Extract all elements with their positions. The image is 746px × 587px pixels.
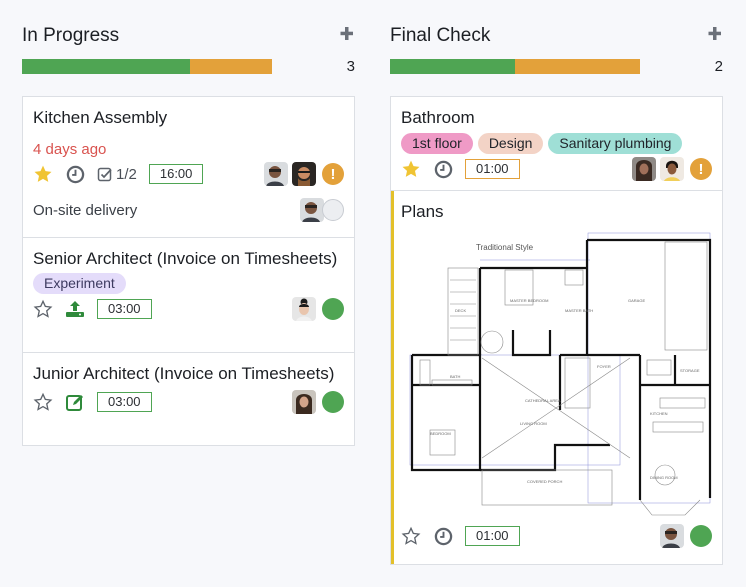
tag-list: Experiment bbox=[23, 269, 354, 294]
card-bathroom[interactable]: Bathroom 1st floor Design Sanitary plumb… bbox=[391, 97, 722, 191]
progress-done-segment[interactable] bbox=[390, 59, 515, 74]
card-kitchen-assembly[interactable]: Kitchen Assembly 4 days ago 1/2 16:00 ! … bbox=[23, 97, 354, 238]
clock-icon[interactable] bbox=[433, 526, 453, 546]
time-estimate[interactable]: 03:00 bbox=[97, 392, 152, 412]
column-progress-row: 2 bbox=[390, 50, 723, 80]
card-footer: 01:00 ! bbox=[391, 155, 722, 183]
star-outline-icon[interactable] bbox=[33, 392, 53, 412]
time-estimate[interactable]: 01:00 bbox=[465, 159, 520, 179]
card-footer: 1/2 16:00 ! bbox=[23, 160, 354, 188]
kanban-column-final-check: Final Check 2 Bathroom 1st floor Design … bbox=[390, 0, 723, 565]
room-label: MASTER BATH bbox=[565, 308, 593, 313]
room-label: KITCHEN bbox=[650, 411, 668, 416]
column-count: 3 bbox=[346, 58, 355, 75]
add-card-button[interactable] bbox=[339, 23, 355, 43]
avatar[interactable] bbox=[660, 157, 684, 181]
warning-status-icon[interactable]: ! bbox=[690, 158, 712, 180]
card-list: Kitchen Assembly 4 days ago 1/2 16:00 ! … bbox=[22, 96, 355, 446]
floor-plan-drawing: Traditional Style DECK MASTER BEDROOM MA… bbox=[400, 230, 712, 518]
tag-list: 1st floor Design Sanitary plumbing bbox=[391, 128, 722, 154]
checkbox-icon bbox=[97, 167, 112, 182]
time-estimate[interactable]: 03:00 bbox=[97, 299, 152, 319]
card-title: Senior Architect (Invoice on Timesheets) bbox=[33, 249, 338, 268]
clock-icon[interactable] bbox=[433, 159, 453, 179]
card-footer: 03:00 bbox=[23, 388, 354, 416]
room-label: BATH bbox=[450, 374, 460, 379]
room-label: LIVING ROOM bbox=[520, 421, 547, 426]
plus-icon bbox=[708, 27, 721, 40]
activity-label: On-site delivery bbox=[33, 201, 138, 219]
progress-done-segment[interactable] bbox=[22, 59, 190, 74]
tag-1st-floor[interactable]: 1st floor bbox=[401, 133, 473, 154]
clock-icon[interactable] bbox=[65, 164, 85, 184]
room-label: STORAGE bbox=[680, 368, 700, 373]
card-junior-architect[interactable]: Junior Architect (Invoice on Timesheets)… bbox=[23, 353, 354, 445]
card-footer: 01:00 bbox=[394, 522, 722, 550]
avatar[interactable] bbox=[292, 297, 316, 321]
activity-row: On-site delivery bbox=[23, 196, 354, 224]
time-estimate[interactable]: 16:00 bbox=[148, 164, 204, 184]
tag-sanitary-plumbing[interactable]: Sanitary plumbing bbox=[548, 133, 683, 154]
edit-icon[interactable] bbox=[65, 392, 85, 412]
plus-icon bbox=[340, 27, 353, 40]
done-status-icon[interactable] bbox=[322, 298, 344, 320]
room-label: GARAGE bbox=[628, 298, 645, 303]
column-progress-bar[interactable] bbox=[390, 59, 640, 74]
card-footer: 03:00 bbox=[23, 295, 354, 323]
column-title: Final Check bbox=[390, 25, 491, 46]
room-label: FOYER bbox=[597, 364, 611, 369]
card-title: Junior Architect (Invoice on Timesheets) bbox=[33, 364, 335, 383]
star-filled-icon[interactable] bbox=[33, 164, 53, 184]
column-header: In Progress bbox=[22, 0, 355, 50]
card-plans[interactable]: Plans Traditional Style DECK MASTER BEDR… bbox=[391, 191, 722, 564]
avatar[interactable] bbox=[264, 162, 288, 186]
avatar[interactable] bbox=[292, 390, 316, 414]
room-label: CATHEDRAL AREA bbox=[525, 398, 561, 403]
card-list: Bathroom 1st floor Design Sanitary plumb… bbox=[390, 96, 723, 565]
floor-plan-caption: Traditional Style bbox=[476, 243, 534, 252]
floor-plan-image[interactable]: Traditional Style DECK MASTER BEDROOM MA… bbox=[400, 230, 712, 518]
star-outline-icon[interactable] bbox=[401, 526, 421, 546]
room-label: DINING ROOM bbox=[650, 475, 678, 480]
star-filled-icon[interactable] bbox=[401, 159, 421, 179]
column-progress-row: 3 bbox=[22, 50, 355, 80]
card-title: Plans bbox=[401, 202, 444, 221]
room-label: DECK bbox=[455, 308, 466, 313]
avatar[interactable] bbox=[660, 524, 684, 548]
progress-pending-segment[interactable] bbox=[189, 59, 272, 74]
card-title: Bathroom bbox=[401, 108, 475, 127]
add-card-button[interactable] bbox=[707, 23, 723, 43]
avatar[interactable] bbox=[300, 198, 324, 222]
time-estimate[interactable]: 01:00 bbox=[465, 526, 520, 546]
checklist-indicator[interactable]: 1/2 bbox=[97, 166, 137, 183]
room-label: COVERED PORCH bbox=[527, 479, 562, 484]
column-header: Final Check bbox=[390, 0, 723, 50]
card-title: Kitchen Assembly bbox=[33, 108, 168, 127]
warning-status-icon[interactable]: ! bbox=[322, 163, 344, 185]
done-status-icon[interactable] bbox=[322, 391, 344, 413]
card-deadline: 4 days ago bbox=[33, 141, 107, 158]
avatar[interactable] bbox=[632, 157, 656, 181]
checklist-count: 1/2 bbox=[116, 165, 137, 183]
card-senior-architect[interactable]: Senior Architect (Invoice on Timesheets)… bbox=[23, 238, 354, 353]
column-count: 2 bbox=[714, 58, 723, 75]
activity-status-icon[interactable] bbox=[322, 199, 344, 221]
room-label: MASTER BEDROOM bbox=[510, 298, 548, 303]
column-progress-bar[interactable] bbox=[22, 59, 272, 74]
progress-pending-segment[interactable] bbox=[515, 59, 640, 74]
kanban-column-in-progress: In Progress 3 Kitchen Assembly 4 days ag… bbox=[22, 0, 355, 446]
column-title: In Progress bbox=[22, 25, 120, 46]
room-label: BEDROOM bbox=[430, 431, 451, 436]
done-status-icon[interactable] bbox=[690, 525, 712, 547]
avatar[interactable] bbox=[292, 162, 316, 186]
tag-experiment[interactable]: Experiment bbox=[33, 273, 126, 294]
star-outline-icon[interactable] bbox=[33, 299, 53, 319]
upload-icon[interactable] bbox=[65, 299, 85, 319]
tag-design[interactable]: Design bbox=[477, 133, 544, 154]
